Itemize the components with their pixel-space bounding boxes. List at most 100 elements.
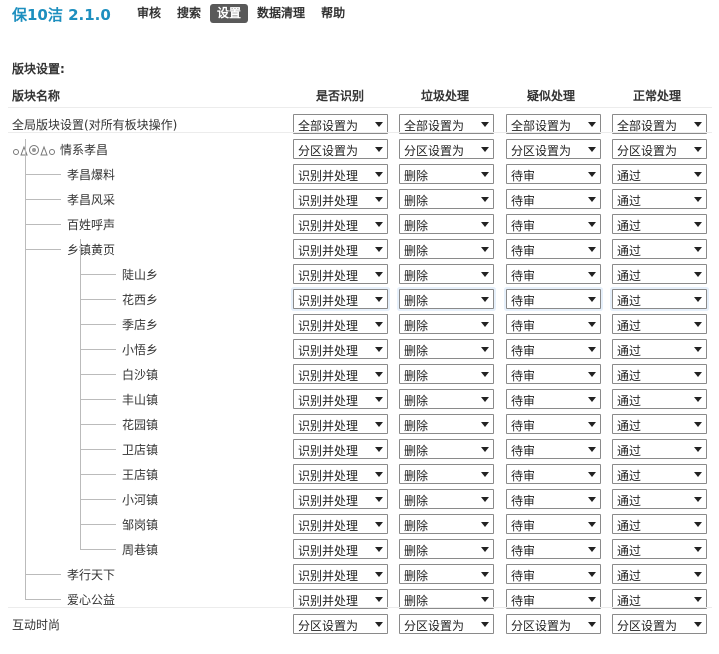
spam-select[interactable]: 删除 — [399, 489, 494, 509]
suspect-select[interactable]: 待审 — [506, 189, 601, 209]
normal-select[interactable]: 通过 — [612, 414, 707, 434]
spam-select[interactable]: 删除 — [399, 564, 494, 584]
recognize-select[interactable]: 识别并处理 — [293, 264, 388, 284]
spam-select[interactable]: 删除 — [399, 539, 494, 559]
suspect-select[interactable]: 待审 — [506, 239, 601, 259]
nav-tab-1[interactable]: 搜索 — [170, 4, 208, 23]
recognize-select[interactable]: 全部设置为 — [293, 114, 388, 134]
spam-select[interactable]: 删除 — [399, 389, 494, 409]
spam-select[interactable]: 删除 — [399, 314, 494, 334]
recognize-select[interactable]: 识别并处理 — [293, 339, 388, 359]
recognize-select[interactable]: 识别并处理 — [293, 189, 388, 209]
spam-select[interactable]: 删除 — [399, 164, 494, 184]
normal-select[interactable]: 通过 — [612, 564, 707, 584]
nav-tab-2[interactable]: 设置 — [210, 4, 249, 23]
normal-select[interactable]: 分区设置为 — [612, 614, 707, 634]
select-value: 通过 — [617, 219, 642, 233]
suspect-select[interactable]: 待审 — [506, 539, 601, 559]
table-row: 周巷镇 识别并处理 删除 待审 通过 — [0, 537, 719, 562]
recognize-select[interactable]: 识别并处理 — [293, 464, 388, 484]
suspect-select[interactable]: 全部设置为 — [506, 114, 601, 134]
suspect-select[interactable]: 待审 — [506, 339, 601, 359]
suspect-select[interactable]: 待审 — [506, 364, 601, 384]
select-value: 待审 — [511, 494, 536, 508]
spam-select[interactable]: 删除 — [399, 289, 494, 309]
suspect-select[interactable]: 待审 — [506, 214, 601, 234]
suspect-select[interactable]: 分区设置为 — [506, 614, 601, 634]
normal-select[interactable]: 全部设置为 — [612, 114, 707, 134]
dropdown-arrow-icon — [585, 340, 597, 358]
recognize-select[interactable]: 识别并处理 — [293, 389, 388, 409]
normal-select[interactable]: 通过 — [612, 289, 707, 309]
normal-select[interactable]: 通过 — [612, 464, 707, 484]
recognize-select[interactable]: 识别并处理 — [293, 364, 388, 384]
spam-select[interactable]: 删除 — [399, 589, 494, 609]
suspect-select[interactable]: 待审 — [506, 489, 601, 509]
spam-select[interactable]: 全部设置为 — [399, 114, 494, 134]
recognize-select[interactable]: 识别并处理 — [293, 289, 388, 309]
recognize-select[interactable]: 识别并处理 — [293, 214, 388, 234]
normal-select[interactable]: 通过 — [612, 314, 707, 334]
suspect-select[interactable]: 待审 — [506, 464, 601, 484]
spam-select[interactable]: 分区设置为 — [399, 614, 494, 634]
dropdown-arrow-icon — [691, 590, 703, 608]
recognize-select[interactable]: 识别并处理 — [293, 239, 388, 259]
tree-connector — [80, 424, 116, 425]
suspect-select[interactable]: 分区设置为 — [506, 139, 601, 159]
suspect-select[interactable]: 待审 — [506, 589, 601, 609]
recognize-select[interactable]: 识别并处理 — [293, 589, 388, 609]
recognize-select[interactable]: 识别并处理 — [293, 564, 388, 584]
recognize-select[interactable]: 分区设置为 — [293, 139, 388, 159]
spam-select[interactable]: 删除 — [399, 339, 494, 359]
suspect-select[interactable]: 待审 — [506, 314, 601, 334]
recognize-select[interactable]: 识别并处理 — [293, 539, 388, 559]
spam-select[interactable]: 删除 — [399, 239, 494, 259]
spam-select[interactable]: 删除 — [399, 264, 494, 284]
suspect-select[interactable]: 待审 — [506, 514, 601, 534]
spam-select[interactable]: 删除 — [399, 439, 494, 459]
spam-select[interactable]: 删除 — [399, 464, 494, 484]
recognize-select[interactable]: 识别并处理 — [293, 414, 388, 434]
normal-select[interactable]: 通过 — [612, 439, 707, 459]
spam-select[interactable]: 删除 — [399, 414, 494, 434]
suspect-select[interactable]: 待审 — [506, 264, 601, 284]
recognize-select[interactable]: 识别并处理 — [293, 489, 388, 509]
recognize-select[interactable]: 识别并处理 — [293, 514, 388, 534]
normal-select[interactable]: 通过 — [612, 489, 707, 509]
suspect-select[interactable]: 待审 — [506, 389, 601, 409]
forum-name: 丰山镇 — [122, 393, 159, 407]
normal-select[interactable]: 通过 — [612, 189, 707, 209]
normal-select[interactable]: 通过 — [612, 164, 707, 184]
normal-select[interactable]: 通过 — [612, 339, 707, 359]
spam-select[interactable]: 分区设置为 — [399, 139, 494, 159]
suspect-select[interactable]: 待审 — [506, 289, 601, 309]
normal-select[interactable]: 通过 — [612, 539, 707, 559]
normal-select[interactable]: 通过 — [612, 364, 707, 384]
normal-select[interactable]: 通过 — [612, 589, 707, 609]
spam-select[interactable]: 删除 — [399, 364, 494, 384]
suspect-select[interactable]: 待审 — [506, 414, 601, 434]
normal-select[interactable]: 分区设置为 — [612, 139, 707, 159]
recognize-select[interactable]: 识别并处理 — [293, 314, 388, 334]
table-row: 爱心公益 识别并处理 删除 待审 通过 — [0, 587, 719, 612]
suspect-select[interactable]: 待审 — [506, 439, 601, 459]
spam-select[interactable]: 删除 — [399, 514, 494, 534]
recognize-select[interactable]: 识别并处理 — [293, 164, 388, 184]
suspect-select[interactable]: 待审 — [506, 564, 601, 584]
normal-select[interactable]: 通过 — [612, 389, 707, 409]
dropdown-arrow-icon — [372, 165, 384, 183]
suspect-select[interactable]: 待审 — [506, 164, 601, 184]
normal-select[interactable]: 通过 — [612, 264, 707, 284]
dropdown-arrow-icon — [478, 215, 490, 233]
nav-tab-4[interactable]: 帮助 — [314, 4, 352, 23]
nav-tab-3[interactable]: 数据清理 — [250, 4, 312, 23]
nav-tab-0[interactable]: 审核 — [130, 4, 168, 23]
recognize-select[interactable]: 识别并处理 — [293, 439, 388, 459]
spam-select[interactable]: 删除 — [399, 189, 494, 209]
normal-select[interactable]: 通过 — [612, 239, 707, 259]
normal-select[interactable]: 通过 — [612, 214, 707, 234]
table-row: 花园镇 识别并处理 删除 待审 通过 — [0, 412, 719, 437]
recognize-select[interactable]: 分区设置为 — [293, 614, 388, 634]
spam-select[interactable]: 删除 — [399, 214, 494, 234]
normal-select[interactable]: 通过 — [612, 514, 707, 534]
